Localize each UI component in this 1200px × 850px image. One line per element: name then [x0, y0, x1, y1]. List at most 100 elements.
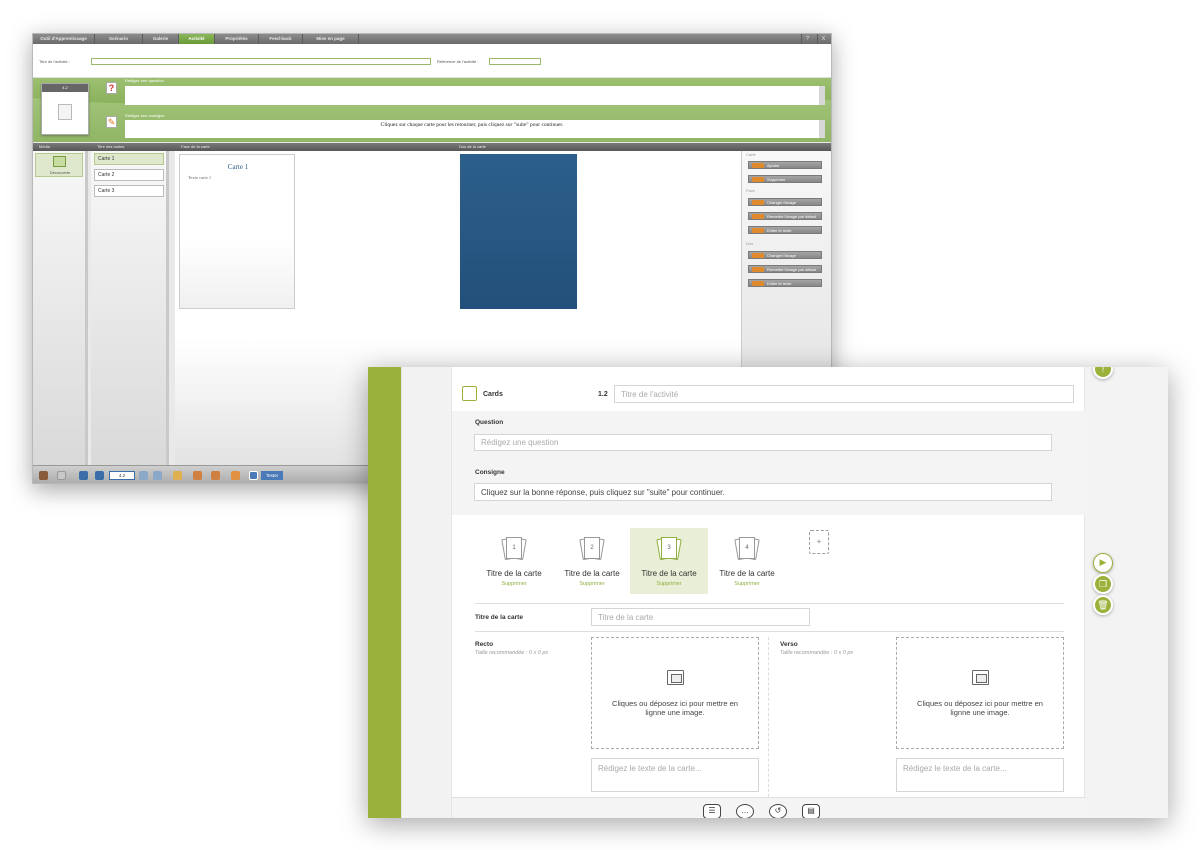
recycle-icon[interactable]: [57, 471, 66, 480]
card-tab-1[interactable]: 1 Titre de la carte Supprimer: [475, 528, 553, 594]
dropzone-text: Cliques ou déposez ici pour mettre en li…: [612, 699, 738, 717]
question-input[interactable]: [125, 86, 825, 105]
settings-icon[interactable]: [249, 471, 258, 480]
question-input[interactable]: Rédigez une question: [474, 434, 1052, 451]
card-stack-icon: 1: [501, 535, 527, 561]
change-back-image-button[interactable]: Changer l'image: [748, 251, 822, 259]
feedback-icon[interactable]: …: [736, 804, 754, 818]
column-card-titles: Titre des cartes: [97, 144, 125, 149]
add-page-icon[interactable]: [193, 471, 202, 480]
card-stack-icon: 4: [734, 535, 760, 561]
tab-activite[interactable]: Activité: [179, 34, 215, 44]
trash-icon[interactable]: [39, 471, 48, 480]
verso-image-dropzone[interactable]: Cliques ou déposez ici pour mettre en li…: [896, 637, 1064, 749]
reset-back-image-button[interactable]: Remettre l'image par défaut: [748, 265, 822, 273]
activity-thumbnail: 4.2: [41, 83, 89, 135]
card-title-item[interactable]: Carte 2: [94, 169, 164, 181]
help-button[interactable]: ?: [801, 34, 813, 44]
dropzone-text: Cliques ou déposez ici pour mettre en li…: [917, 699, 1043, 717]
first-page-icon[interactable]: [79, 471, 88, 480]
tab-proprietes[interactable]: Propriétés: [215, 34, 259, 44]
delete-card-link[interactable]: Supprimer: [708, 581, 786, 587]
instruction-text: Cliquez sur chaque carte pour les retour…: [380, 122, 564, 128]
instruction-label: Consigne: [475, 469, 505, 476]
delete-card-link[interactable]: Supprimer: [475, 581, 553, 587]
last-page-icon[interactable]: [153, 471, 162, 480]
delete-card-button[interactable]: Supprimer: [748, 175, 822, 183]
card-tab-4[interactable]: 4 Titre de la carte Supprimer: [708, 528, 786, 594]
test-button[interactable]: Tester: [261, 471, 283, 480]
activity-title-label: Titre de l'activité :: [39, 59, 70, 64]
close-button[interactable]: X: [817, 34, 829, 44]
card-editor-panel: Cards 1.2 Titre de l'activité Question R…: [451, 367, 1086, 818]
tab-scenario[interactable]: Scénario: [95, 34, 143, 44]
media-cards-icon: [53, 156, 66, 167]
card-front-preview[interactable]: Carte 1 Texte carte 1: [179, 154, 295, 309]
media-item-label: Découverte: [49, 170, 71, 175]
recto-label: Recto: [475, 641, 494, 648]
prev-page-icon[interactable]: [95, 471, 104, 480]
add-card-button[interactable]: Ajouter: [748, 161, 822, 169]
instruction-input[interactable]: Cliquez sur chaque carte pour les retour…: [125, 120, 825, 138]
notes-icon[interactable]: ▤: [802, 804, 820, 818]
card-stack-icon: 2: [579, 535, 605, 561]
duplicate-icon[interactable]: ❐: [1093, 574, 1113, 594]
next-page-icon[interactable]: [139, 471, 148, 480]
card-title-input[interactable]: Titre de la carte: [591, 608, 810, 626]
tab-galerie[interactable]: Galerie: [143, 34, 179, 44]
history-icon[interactable]: ↺: [769, 804, 787, 818]
edit-front-text-button[interactable]: Editer le texte: [748, 226, 822, 234]
question-band: Rédigez une question Rédigez une consign…: [33, 78, 831, 142]
card-tab-title: Titre de la carte: [564, 569, 620, 578]
recto-image-dropzone[interactable]: Cliques ou déposez ici pour mettre en li…: [591, 637, 759, 749]
instruction-label: Rédigez une consigne: [125, 113, 165, 118]
activity-number: 1.2: [598, 391, 608, 398]
move-page-icon[interactable]: [231, 471, 240, 480]
activity-ref-label: Référence de l'activité :: [437, 59, 479, 64]
delete-card-link[interactable]: Supprimer: [553, 581, 631, 587]
verso-label: Verso: [780, 641, 798, 648]
tab-feedback[interactable]: Feed-back: [259, 34, 303, 44]
activity-ref-input[interactable]: [489, 58, 541, 65]
tab-outil[interactable]: Outil d'Apprentissage: [33, 34, 95, 44]
card-tab-2[interactable]: 2 Titre de la carte Supprimer: [553, 528, 631, 594]
card-back-preview[interactable]: [460, 154, 577, 309]
folder-icon[interactable]: [173, 471, 182, 480]
question-help-icon[interactable]: ?: [106, 82, 117, 94]
image-icon: [667, 670, 684, 685]
card-front-title: Carte 1: [227, 163, 249, 171]
section-face: Face: [746, 188, 755, 193]
verso-size-hint: Taille recommandée : 0 x 0 px: [780, 650, 854, 656]
page-number-field[interactable]: 4.2: [109, 471, 135, 480]
edit-back-text-button[interactable]: Editer le texte: [748, 279, 822, 287]
instruction-input[interactable]: Cliquez sur la bonne réponse, puis cliqu…: [474, 483, 1052, 501]
column-card-front: Face de la carte: [181, 144, 210, 149]
media-item[interactable]: Découverte: [35, 153, 83, 177]
modern-editor-window: Cards 1.2 Titre de l'activité Question R…: [368, 367, 1168, 818]
activity-title-input[interactable]: [91, 58, 431, 65]
delete-card-link[interactable]: Supprimer: [630, 581, 708, 587]
recto-text-input[interactable]: Rédigez le texte de la carte...: [591, 758, 759, 792]
play-icon[interactable]: ▶: [1093, 553, 1113, 573]
activity-title-input[interactable]: Titre de l'activité: [614, 385, 1074, 403]
change-front-image-button[interactable]: Changer l'image: [748, 198, 822, 206]
add-card-button[interactable]: +: [809, 530, 829, 554]
reset-front-image-button[interactable]: Remettre l'image par défaut: [748, 212, 822, 220]
activity-title-row: Titre de l'activité : Référence de l'act…: [33, 44, 831, 78]
image-icon: [972, 670, 989, 685]
trash-icon[interactable]: 🗑: [1093, 595, 1113, 615]
question-section: Question Rédigez une question Consigne C…: [452, 411, 1086, 515]
settings-sliders-icon[interactable]: ☰: [703, 804, 721, 818]
column-divider: [768, 637, 769, 797]
edit-instruction-icon[interactable]: ✎: [106, 116, 117, 128]
tab-mise-en-page[interactable]: Mise en page: [303, 34, 359, 44]
thumbnail-number: 4.2: [42, 84, 88, 92]
card-tab-3[interactable]: 3 Titre de la carte Supprimer: [630, 528, 708, 594]
verso-text-input[interactable]: Rédigez le texte de la carte...: [896, 758, 1064, 792]
card-title-label: Titre de la carte: [475, 614, 523, 621]
duplicate-page-icon[interactable]: [211, 471, 220, 480]
card-tab-title: Titre de la carte: [641, 569, 697, 578]
card-title-item[interactable]: Carte 1: [94, 153, 164, 165]
column-header-bar: Média Titre des cartes Face de la carte …: [33, 143, 831, 151]
card-title-item[interactable]: Carte 3: [94, 185, 164, 197]
